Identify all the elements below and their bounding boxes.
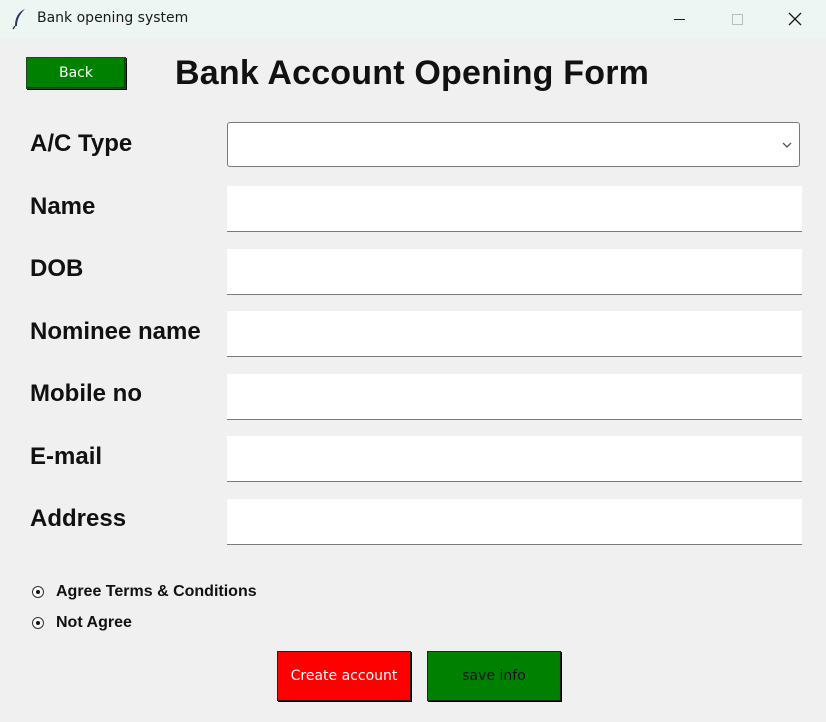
feather-icon — [12, 9, 25, 30]
dob-label: DOB — [30, 255, 84, 282]
not-agree-label: Not Agree — [56, 614, 132, 631]
name-input[interactable] — [227, 186, 802, 232]
close-button[interactable] — [766, 0, 824, 38]
agree-terms-label: Agree Terms & Conditions — [56, 583, 257, 600]
address-label: Address — [30, 505, 127, 532]
window-titlebar: Bank opening system — [0, 0, 826, 38]
agree-radio-icon[interactable] — [32, 586, 44, 598]
window-title: Bank opening system — [37, 10, 189, 26]
email-label: E-mail — [30, 443, 103, 470]
ac-type-select[interactable] — [227, 122, 800, 167]
email-input[interactable] — [227, 436, 802, 482]
not-agree-option[interactable]: Not Agree — [32, 614, 132, 632]
mobile-no-input[interactable] — [227, 374, 802, 420]
name-label: Name — [30, 193, 96, 220]
page-title: Bank Account Opening Form — [175, 54, 650, 92]
minimize-button[interactable] — [650, 0, 708, 38]
maximize-button[interactable] — [708, 0, 766, 38]
close-icon — [788, 12, 802, 26]
chevron-down-icon — [782, 142, 792, 148]
nominee-name-input[interactable] — [227, 311, 802, 357]
agree-terms-option[interactable]: Agree Terms & Conditions — [32, 583, 257, 601]
nominee-name-label: Nominee name — [30, 318, 201, 345]
back-button[interactable]: Back — [26, 57, 126, 89]
dob-input[interactable] — [227, 249, 802, 295]
address-input[interactable] — [227, 499, 802, 545]
create-account-button[interactable]: Create account — [277, 651, 411, 701]
minimize-icon — [673, 18, 685, 20]
ac-type-label: A/C Type — [30, 130, 133, 157]
save-info-button[interactable]: save info — [427, 651, 561, 701]
mobile-no-label: Mobile no — [30, 380, 142, 407]
maximize-icon — [731, 13, 743, 25]
not-agree-radio-icon[interactable] — [32, 617, 44, 629]
